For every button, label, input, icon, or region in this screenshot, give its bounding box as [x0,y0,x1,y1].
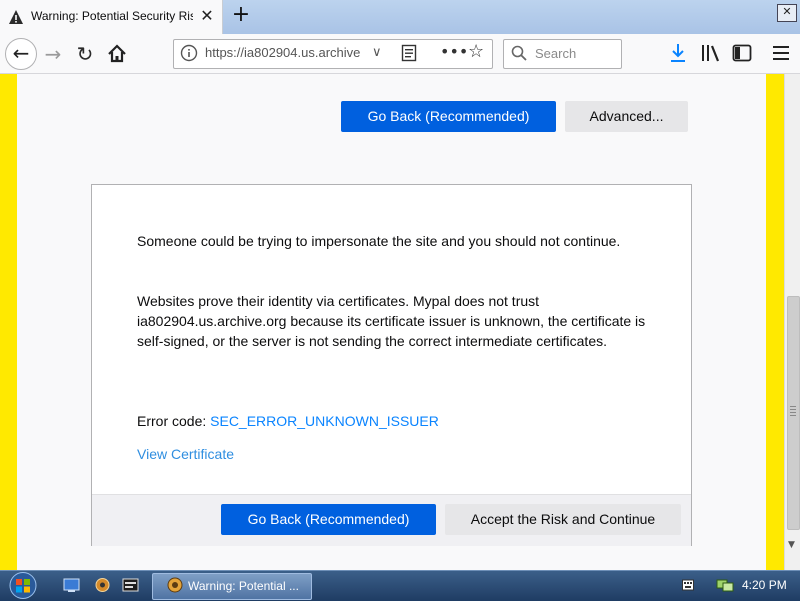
error-code-line: Error code: SEC_ERROR_UNKNOWN_ISSUER [137,411,657,431]
impersonation-warning-text: Someone could be trying to impersonate t… [137,233,621,249]
home-icon[interactable] [106,40,128,68]
new-tab-button[interactable]: + [229,4,253,28]
reader-icon[interactable] [401,44,417,62]
reload-button[interactable]: ↻ [74,40,96,68]
url-dropdown-icon[interactable]: ∨ [372,41,390,65]
scrollbar-grip [790,406,796,416]
network-icon[interactable] [716,577,734,593]
quicklaunch-desktop-icon[interactable] [63,577,80,593]
tab-title: Warning: Potential Security Risk Ahead [31,9,193,23]
back-button[interactable]: ← [5,38,37,70]
scroll-down-arrow-icon[interactable]: ▼ [788,540,798,550]
certificate-explanation-text: Websites prove their identity via certif… [137,293,646,349]
search-placeholder: Search [535,46,577,61]
view-certificate-link[interactable]: View Certificate [137,446,234,462]
url-text[interactable]: https://ia802904.us.archive [205,45,365,60]
go-back-button-top[interactable]: Go Back (Recommended) [341,101,556,132]
sidebar-icon[interactable] [732,44,752,62]
go-back-button-bottom[interactable]: Go Back (Recommended) [221,504,436,535]
browser-app-icon [167,577,183,593]
warning-border-left [0,74,17,570]
error-code-link[interactable]: SEC_ERROR_UNKNOWN_ISSUER [210,413,439,429]
warning-border-right [766,74,784,570]
keyboard-icon[interactable] [682,578,694,592]
quicklaunch-app-icon[interactable] [94,577,111,593]
error-code-label: Error code: [137,413,211,429]
clock[interactable]: 4:20 PM [742,578,787,592]
taskbar-app-label: Warning: Potential ... [188,579,299,593]
download-icon[interactable] [668,42,688,64]
library-icon[interactable] [700,44,722,62]
advanced-button[interactable]: Advanced... [565,101,688,132]
menu-icon[interactable] [772,43,790,63]
warning-icon [9,10,23,24]
start-icon[interactable] [4,571,42,600]
star-icon[interactable]: ☆ [468,40,488,64]
search-icon [511,45,527,61]
lock-icon[interactable] [180,44,198,62]
quicklaunch-media-icon[interactable] [122,577,139,593]
tab-close-button[interactable]: ✕ [198,6,216,26]
forward-button[interactable]: → [42,40,64,68]
taskbar [0,570,800,601]
accept-risk-button[interactable]: Accept the Risk and Continue [445,504,681,535]
page-actions-icon[interactable]: ••• [440,40,468,64]
window-close-button[interactable]: ✕ [777,4,797,22]
